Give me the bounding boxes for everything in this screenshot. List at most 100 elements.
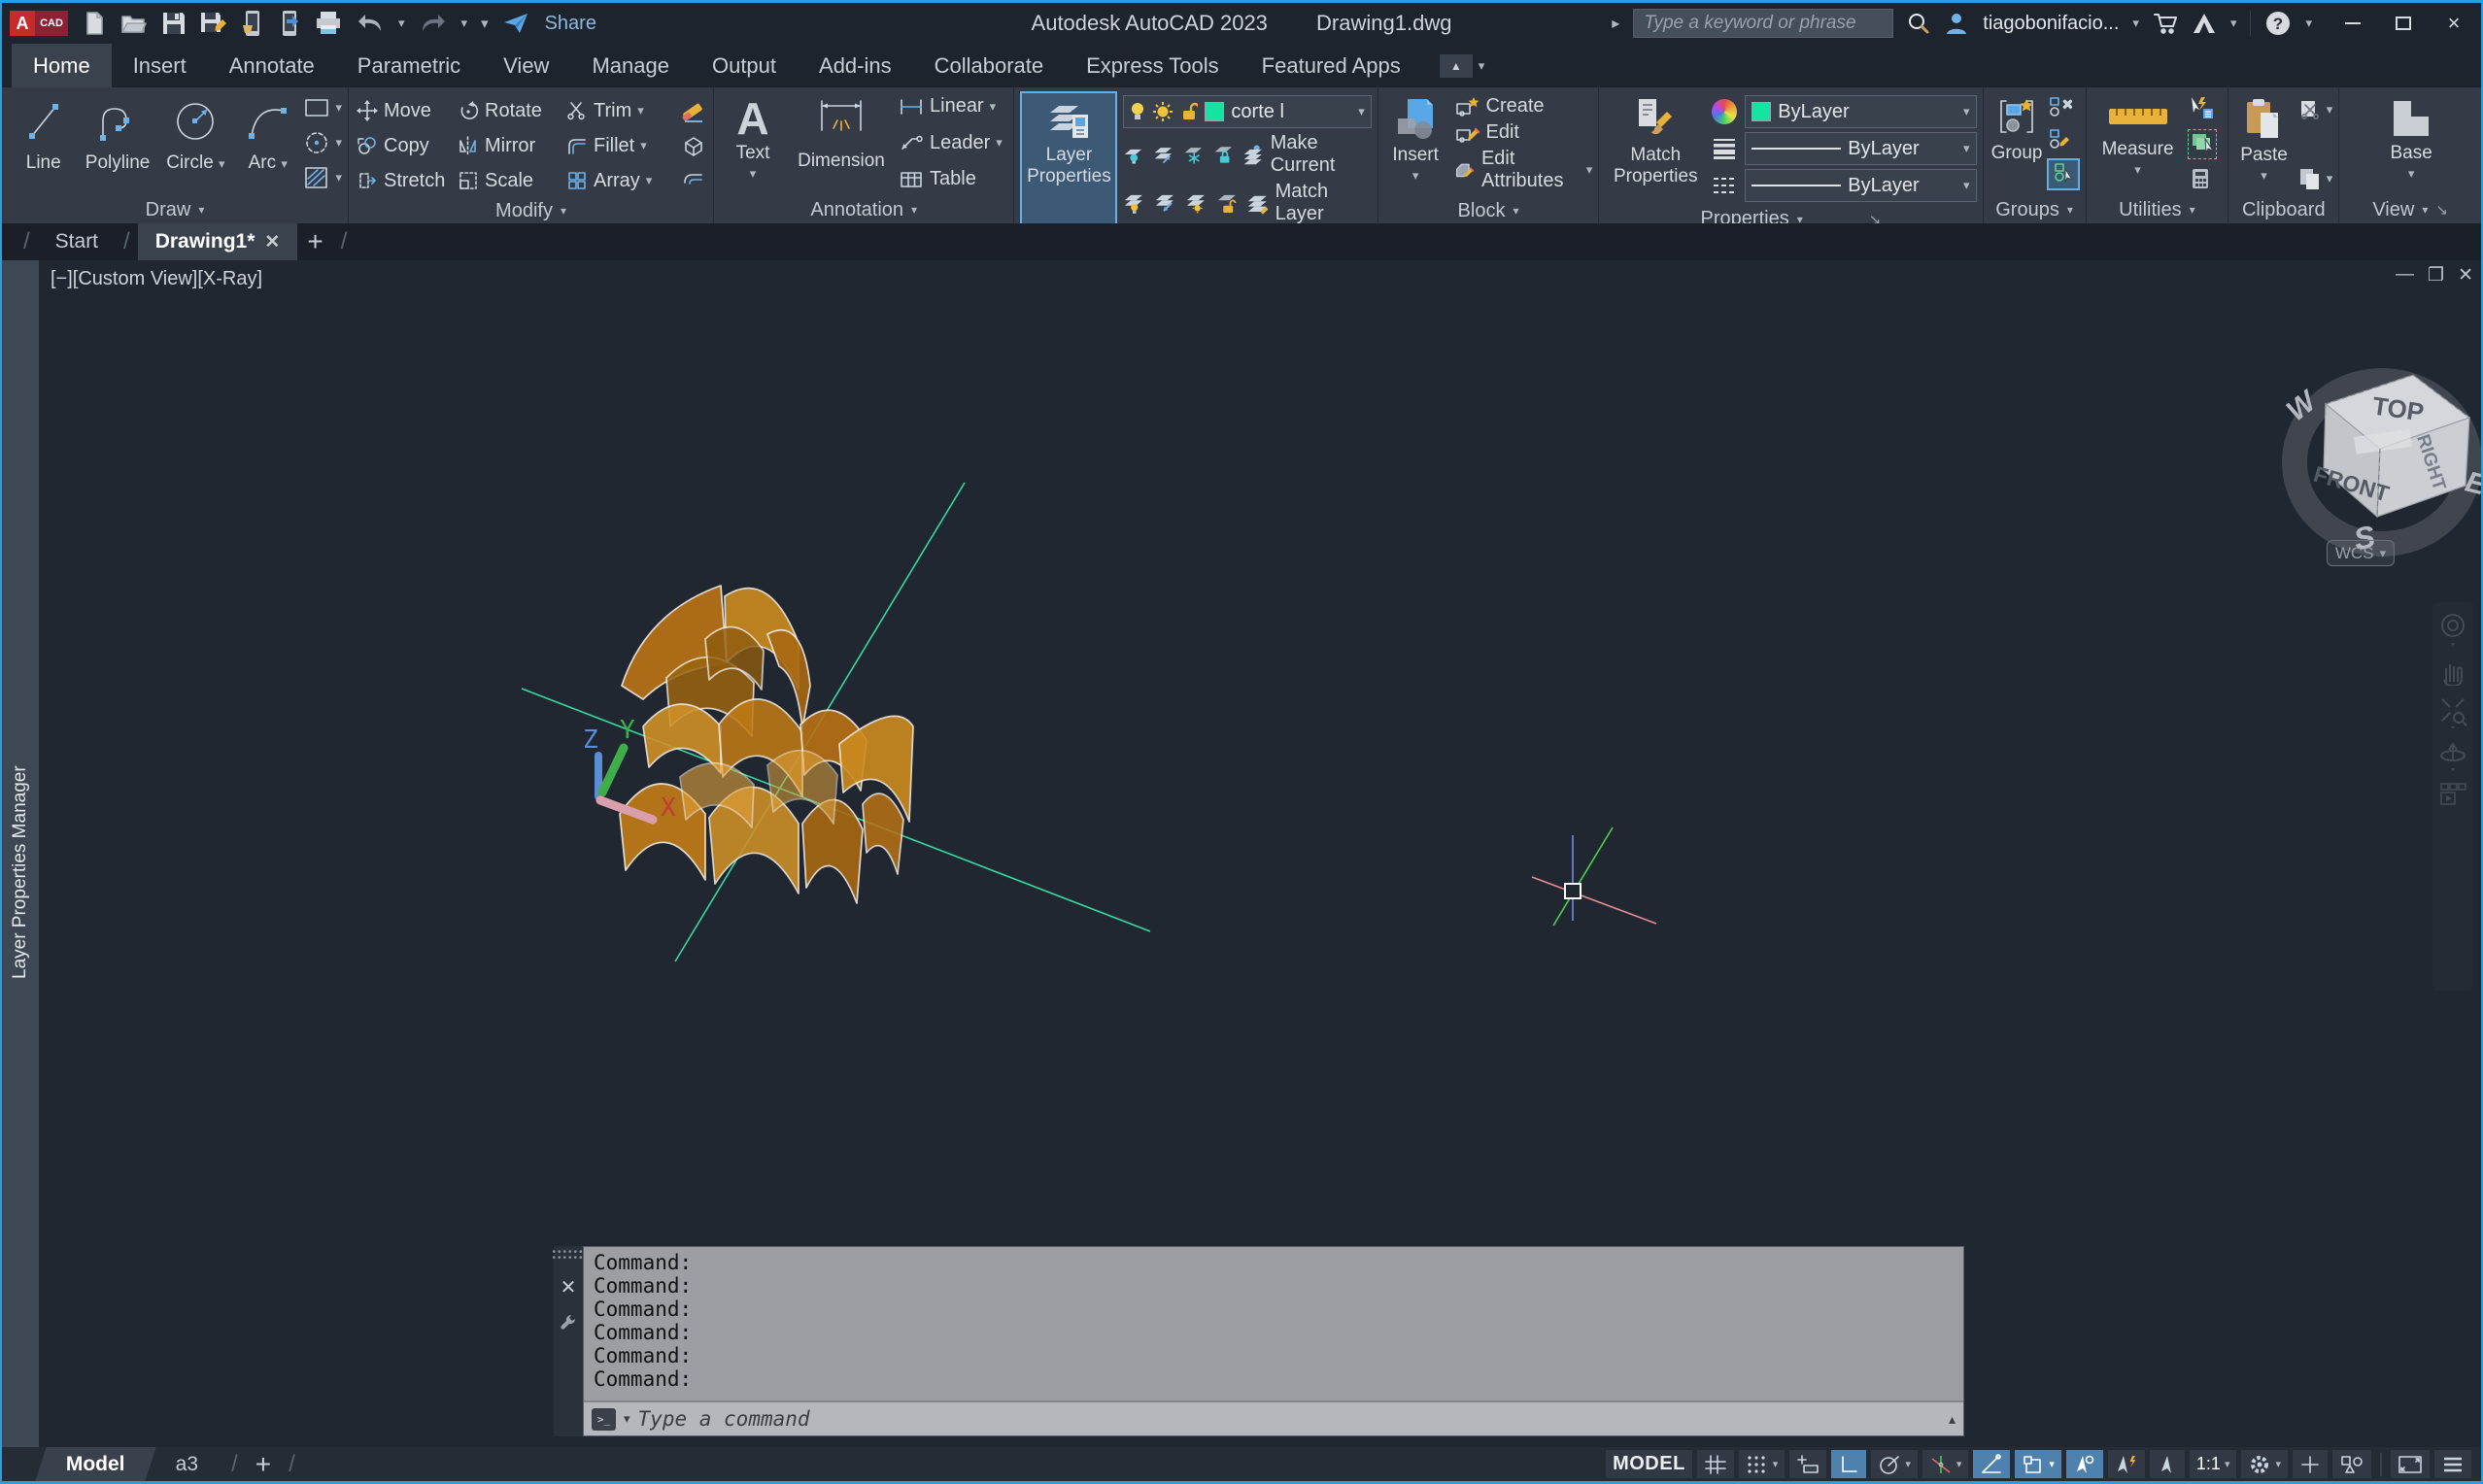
- layer-lock-icon[interactable]: [1213, 143, 1234, 166]
- workspace-caret[interactable]: ▾: [2275, 1458, 2281, 1470]
- clean-screen-button[interactable]: [2391, 1450, 2430, 1478]
- edit-attributes-button[interactable]: Edit Attributes ▾: [1455, 148, 1593, 192]
- clipboard-panel-label[interactable]: Clipboard: [2228, 196, 2338, 223]
- object-color-caret[interactable]: ▾: [1963, 104, 1970, 119]
- close-button[interactable]: ×: [2432, 7, 2475, 40]
- file-tab-drawing1[interactable]: Drawing1* ✕: [138, 223, 298, 260]
- layer-on-row-icon[interactable]: [1123, 191, 1144, 215]
- save-icon[interactable]: [161, 11, 187, 36]
- annotation-panel-label[interactable]: Annotation▾: [714, 196, 1013, 223]
- tab-express-tools[interactable]: Express Tools: [1065, 44, 1241, 87]
- sail-solids-model[interactable]: [620, 586, 913, 903]
- tab-view[interactable]: View: [482, 44, 570, 87]
- linear-caret[interactable]: ▾: [990, 99, 997, 115]
- array-caret[interactable]: ▾: [646, 173, 653, 188]
- command-prompt-icon[interactable]: >_: [592, 1408, 616, 1431]
- annotation-scale-button[interactable]: 1:1▾: [2190, 1450, 2237, 1478]
- cart-icon[interactable]: [2153, 12, 2178, 35]
- lineweight-caret[interactable]: ▾: [1963, 141, 1970, 156]
- tab-home[interactable]: Home: [12, 44, 112, 87]
- recent-commands-caret[interactable]: ▾: [624, 1411, 630, 1427]
- redo-icon[interactable]: [419, 13, 448, 34]
- rectangle-tool-icon[interactable]: [302, 95, 331, 120]
- open-file-icon[interactable]: [120, 11, 148, 36]
- search-expand-caret[interactable]: ▸: [1612, 14, 1619, 33]
- offset-icon[interactable]: [681, 168, 706, 193]
- layer-isolate-icon[interactable]: [1153, 143, 1173, 166]
- tab-output[interactable]: Output: [691, 44, 798, 87]
- fillet-button[interactable]: Fillet ▾: [566, 135, 681, 157]
- polar-tracking-toggle[interactable]: ▾: [1871, 1450, 1918, 1478]
- layer-properties-manager-palette[interactable]: Layer Properties Manager: [2, 260, 39, 1447]
- group-button[interactable]: Group: [1991, 93, 2043, 196]
- block-panel-label[interactable]: Block▾: [1378, 198, 1599, 223]
- select-similar-icon[interactable]: [2188, 129, 2217, 159]
- layer-unlock-row-icon[interactable]: [1216, 191, 1238, 215]
- command-drag-handle[interactable]: ••••••••••••: [553, 1250, 585, 1262]
- paste-button[interactable]: Paste ▾: [2236, 93, 2291, 196]
- linetype-combo[interactable]: ByLayer ▾: [1745, 169, 1976, 202]
- osnap-caret[interactable]: ▾: [2049, 1458, 2055, 1470]
- command-history[interactable]: Command: Command: Command: Command: Comm…: [584, 1247, 1963, 1400]
- plot-icon[interactable]: [315, 11, 342, 36]
- autodesk-logo-icon[interactable]: [2192, 12, 2217, 35]
- copy-clip-caret[interactable]: ▾: [2327, 171, 2333, 186]
- lineweight-combo[interactable]: ByLayer ▾: [1745, 132, 1976, 165]
- new-layout-button[interactable]: +: [246, 1449, 281, 1480]
- layer-select-combo[interactable]: corte l ▾: [1123, 95, 1371, 128]
- draw-panel-label[interactable]: Draw▾: [2, 196, 348, 223]
- navigation-bar[interactable]: [2432, 602, 2473, 991]
- group-selection-toggle[interactable]: [2047, 158, 2080, 190]
- model-paper-toggle[interactable]: MODEL: [1606, 1450, 1692, 1478]
- maximize-button[interactable]: [2382, 7, 2425, 40]
- array-button[interactable]: Array ▾: [566, 170, 681, 192]
- annotation-visibility-toggle[interactable]: [2066, 1450, 2103, 1478]
- move-button[interactable]: Move: [357, 100, 458, 122]
- dimension-button[interactable]: Dimension: [784, 93, 899, 196]
- drawing-canvas[interactable]: [−][Custom View][X-Ray] — ❐ ✕: [39, 260, 2481, 1447]
- edit-attributes-caret[interactable]: ▾: [1586, 162, 1593, 178]
- annotation-scale-arrow[interactable]: [2150, 1450, 2185, 1478]
- trim-caret[interactable]: ▾: [637, 103, 644, 118]
- circle-button[interactable]: Circle ▾: [158, 93, 233, 196]
- help-menu-caret[interactable]: ▾: [2305, 16, 2312, 31]
- circle-caret[interactable]: ▾: [219, 156, 225, 171]
- grid-display-toggle[interactable]: [1697, 1450, 1734, 1478]
- ungroup-icon[interactable]: ✕: [2047, 95, 2072, 118]
- fillet-caret[interactable]: ▾: [640, 138, 647, 153]
- leader-button[interactable]: Leader ▾: [899, 132, 1003, 154]
- tab-add-ins[interactable]: Add-ins: [798, 44, 913, 87]
- group-edit-icon[interactable]: [2047, 127, 2072, 151]
- layout-tab-a3[interactable]: a3: [151, 1447, 223, 1481]
- edit-block-button[interactable]: Edit: [1455, 121, 1593, 144]
- modify-panel-label[interactable]: Modify▾: [349, 198, 713, 223]
- layer-thaw-row-icon[interactable]: [1185, 191, 1207, 215]
- command-wrench-icon[interactable]: [560, 1313, 577, 1331]
- arc-caret[interactable]: ▾: [281, 156, 288, 171]
- snap-mode-toggle[interactable]: ▾: [1739, 1450, 1786, 1478]
- customization-menu-button[interactable]: [2434, 1450, 2471, 1478]
- search-icon[interactable]: [1907, 12, 1930, 35]
- vp-close-icon[interactable]: ✕: [2458, 264, 2473, 287]
- new-file-icon[interactable]: [82, 11, 107, 36]
- autocad-logo-icon[interactable]: A CAD: [10, 11, 68, 36]
- layer-combo-caret[interactable]: ▾: [1358, 104, 1365, 119]
- autodesk-menu-caret[interactable]: ▾: [2230, 16, 2237, 31]
- center-circle-tool-icon[interactable]: [302, 130, 331, 155]
- customization-plus-button[interactable]: [2293, 1450, 2328, 1478]
- object-color-combo[interactable]: ByLayer ▾: [1745, 95, 1976, 128]
- layout-tab-model[interactable]: Model: [35, 1447, 155, 1481]
- command-window[interactable]: •••••••••••• ✕ Command: Command: Command…: [554, 1246, 1964, 1436]
- isometric-drafting-toggle[interactable]: ▾: [1922, 1450, 1969, 1478]
- tab-collaborate[interactable]: Collaborate: [913, 44, 1066, 87]
- share-label[interactable]: Share: [545, 13, 596, 35]
- layer-off-icon[interactable]: [1123, 143, 1143, 166]
- insert-caret[interactable]: ▾: [1412, 168, 1419, 184]
- open-from-web-mobile-icon[interactable]: [241, 10, 264, 37]
- snap-caret[interactable]: ▾: [1773, 1458, 1779, 1470]
- match-properties-button[interactable]: Match Properties: [1607, 93, 1704, 208]
- quick-select-icon[interactable]: [2188, 95, 2215, 120]
- wcs-menu[interactable]: WCS ▾: [2327, 540, 2395, 566]
- cut-caret[interactable]: ▾: [2327, 102, 2333, 118]
- ortho-mode-toggle[interactable]: [1831, 1450, 1866, 1478]
